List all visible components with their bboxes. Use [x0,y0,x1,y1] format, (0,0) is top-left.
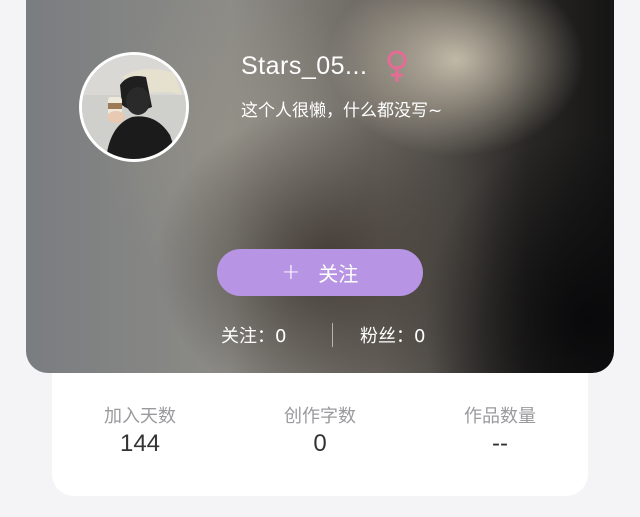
follow-counts: 关注：0 粉丝：0 [26,322,614,348]
avatar[interactable] [79,52,189,162]
stat-label: 加入天数 [104,406,176,427]
username: Stars_05... [241,52,368,80]
stat-join-days: 加入天数 144 [70,404,210,458]
stat-label: 创作字数 [284,406,356,427]
stat-word-count: 创作字数 0 [250,404,390,458]
follow-button-label: 关注 [318,262,359,286]
stat-value: 0 [313,430,327,457]
following-label: 关注： [221,326,275,347]
fans-count[interactable]: 粉丝：0 [360,322,425,348]
fans-value: 0 [414,326,426,347]
stat-value: -- [492,430,508,457]
profile-header: Stars_05... 这个人很懒，什么都没写~ + 关注 关注：0 粉丝：0 [26,0,614,373]
following-count[interactable]: 关注：0 [221,322,286,348]
plus-icon: + [281,260,301,285]
stat-label: 作品数量 [464,406,536,427]
follow-button[interactable]: + 关注 [217,249,423,296]
fans-label: 粉丝： [360,326,414,347]
count-divider [332,323,333,347]
following-value: 0 [275,326,287,347]
female-icon [387,50,407,82]
stat-works-count: 作品数量 -- [430,404,570,458]
stat-value: 144 [119,430,161,457]
bio-text: 这个人很懒，什么都没写~ [241,101,443,121]
profile-page: Stars_05... 这个人很懒，什么都没写~ + 关注 关注：0 粉丝：0 … [0,0,640,517]
